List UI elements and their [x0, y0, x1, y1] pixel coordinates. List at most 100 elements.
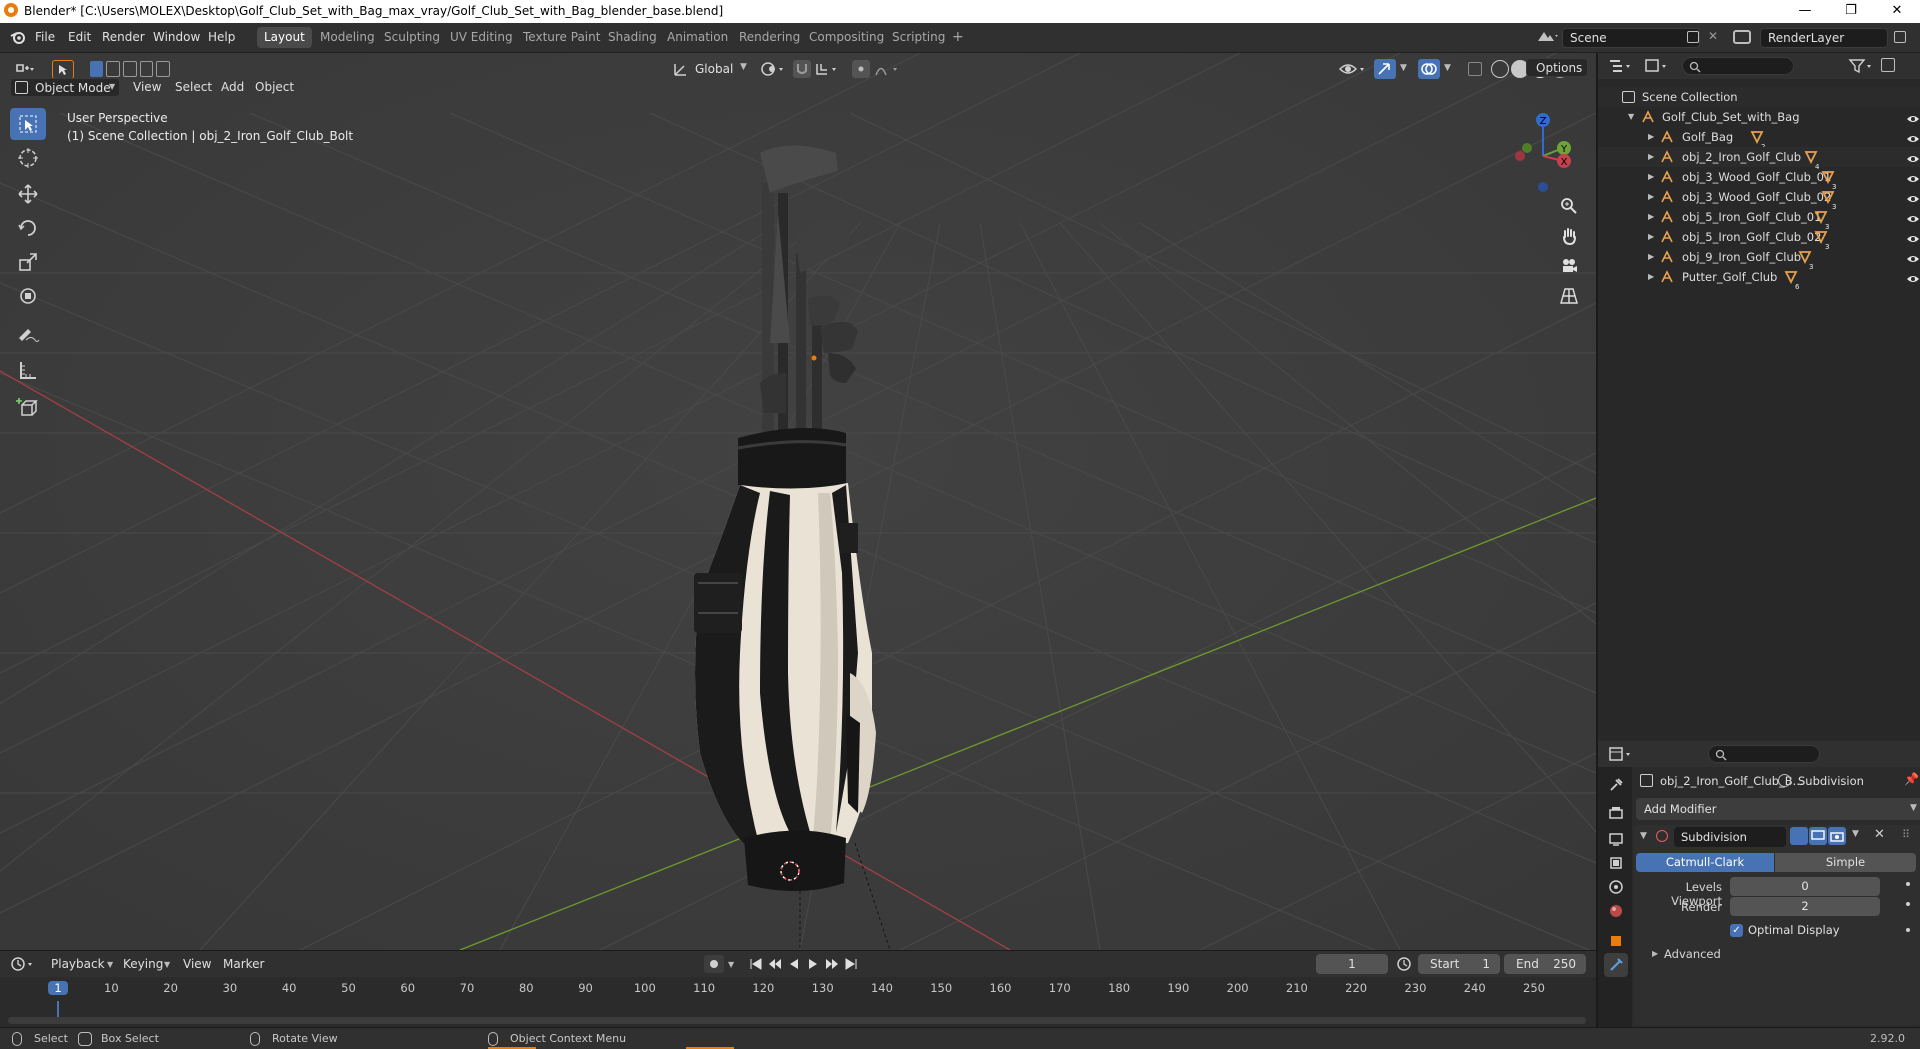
proportional-edit-icon[interactable]	[852, 60, 870, 78]
close-window-button[interactable]: ✕	[1874, 0, 1920, 23]
eye-icon[interactable]	[1907, 191, 1919, 203]
world-tab-icon[interactable]	[1604, 899, 1628, 923]
overlays-dropdown-icon[interactable]: ▼	[1444, 63, 1451, 73]
new-collection-icon[interactable]	[1881, 58, 1895, 72]
outliner-item[interactable]: ▶Golf_Bag2	[1598, 127, 1920, 151]
timeline-menu-marker[interactable]: Marker	[218, 955, 269, 974]
jump-end-icon[interactable]	[843, 956, 859, 972]
tab-layout[interactable]: Layout	[257, 27, 312, 48]
render-levels-field[interactable]: 2	[1730, 897, 1880, 916]
snap-toggle-icon[interactable]	[793, 60, 811, 78]
timeline-editor-icon[interactable]	[10, 955, 36, 976]
add-modifier-dropdown[interactable]: Add Modifier	[1636, 798, 1920, 820]
mesh-data-icon[interactable]: 6	[1784, 270, 1799, 291]
eye-icon[interactable]	[1907, 211, 1919, 223]
viewport-menu-select[interactable]: Select	[170, 78, 217, 97]
menu-render[interactable]: Render	[102, 30, 145, 44]
advanced-subpanel-label[interactable]: Advanced	[1664, 947, 1721, 961]
prev-keyframe-icon[interactable]	[767, 956, 783, 972]
filter-icon[interactable]	[1848, 58, 1874, 77]
wireframe-shading-icon[interactable]	[1491, 60, 1509, 78]
outliner-search-input[interactable]	[1682, 57, 1794, 75]
annotate-tool[interactable]	[10, 318, 46, 350]
editor-type-icon[interactable]	[10, 60, 40, 79]
tab-animation[interactable]: Animation	[660, 27, 735, 48]
blender-menu-icon[interactable]	[10, 30, 26, 48]
scene-icon[interactable]	[1536, 29, 1558, 48]
drag-handle-icon[interactable]: ⠿	[1902, 828, 1910, 841]
jump-start-icon[interactable]	[748, 956, 764, 972]
catmull-clark-button[interactable]: Catmull-Clark	[1636, 853, 1774, 872]
remove-modifier-icon[interactable]: ✕	[1874, 827, 1885, 842]
object-tab-icon[interactable]	[1604, 929, 1628, 953]
viewport-menu-add[interactable]: Add	[216, 78, 249, 97]
view-layer-icon[interactable]	[1733, 30, 1751, 44]
outliner-collection[interactable]: ▼ Golf_Club_Set_with_Bag	[1598, 107, 1920, 127]
outliner-item[interactable]: ▶ Putter_Golf_Club 6	[1598, 267, 1920, 291]
expand-arrow-icon[interactable]: ▶	[1648, 207, 1654, 227]
tab-shading[interactable]: Shading	[601, 27, 664, 48]
view-layer-selector[interactable]: RenderLayer	[1760, 28, 1888, 48]
maximize-button[interactable]: ❐	[1828, 0, 1874, 23]
move-tool[interactable]	[10, 178, 46, 210]
viewport-menu-object[interactable]: Object	[250, 78, 299, 97]
outliner-item[interactable]: ▶ obj_2_Iron_Golf_Club 4	[1598, 147, 1920, 171]
use-preview-range-icon[interactable]	[1396, 956, 1412, 975]
add-workspace-button[interactable]: +	[945, 27, 971, 48]
eye-icon[interactable]	[1907, 231, 1919, 243]
keyframe-dot-icon[interactable]	[1906, 882, 1910, 886]
start-frame-field[interactable]: Start 1	[1418, 954, 1500, 974]
next-keyframe-icon[interactable]	[824, 956, 840, 972]
current-frame-field[interactable]: 1	[1316, 954, 1388, 974]
outliner-item[interactable]: ▶ obj_9_Iron_Golf_Club 3	[1598, 247, 1920, 271]
new-view-layer-icon[interactable]	[1894, 31, 1906, 43]
scene-selector[interactable]: Scene	[1562, 28, 1700, 48]
camera-view-icon[interactable]	[1556, 253, 1582, 279]
timeline-menu-keying[interactable]: Keying	[118, 955, 168, 974]
menu-help[interactable]: Help	[208, 30, 235, 44]
collapse-arrow-icon[interactable]: ▼	[1628, 107, 1634, 127]
eye-icon[interactable]	[1907, 251, 1919, 263]
keyframe-dot-icon[interactable]	[1906, 902, 1910, 906]
selection-mode-buttons[interactable]	[90, 61, 171, 78]
zoom-icon[interactable]	[1556, 193, 1582, 219]
select-new-icon[interactable]	[90, 61, 104, 77]
modifier-name-input[interactable]: Subdivision	[1674, 827, 1786, 847]
pin-icon[interactable]: 📌	[1904, 772, 1919, 786]
options-dropdown[interactable]: Options	[1526, 58, 1588, 77]
xray-toggle-icon[interactable]	[1468, 62, 1482, 76]
outliner-item[interactable]: ▶ obj_5_Iron_Golf_Club_02 3	[1598, 227, 1920, 251]
play-reverse-icon[interactable]	[786, 956, 802, 972]
menu-edit[interactable]: Edit	[68, 30, 91, 44]
timeline-menu-playback[interactable]: Playback	[46, 955, 110, 974]
new-scene-icon[interactable]	[1687, 31, 1699, 43]
gizmo-dropdown-icon[interactable]: ▼	[1400, 63, 1407, 73]
tab-uv-editing[interactable]: UV Editing	[443, 27, 520, 48]
pan-hand-icon[interactable]	[1556, 223, 1582, 249]
display-mode-icon[interactable]	[1644, 58, 1670, 77]
minimize-button[interactable]: —	[1782, 0, 1828, 23]
remove-scene-icon[interactable]: ✕	[1708, 29, 1718, 43]
expand-arrow-icon[interactable]: ▶	[1648, 187, 1654, 207]
output-tab-icon[interactable]	[1604, 827, 1628, 851]
3d-viewport[interactable]: Global ▼ ▼ ▼ Object Mode ▼ View Select A…	[0, 53, 1596, 950]
outliner-scene-collection[interactable]: Scene Collection	[1598, 87, 1920, 107]
tab-rendering[interactable]: Rendering	[732, 27, 807, 48]
levels-viewport-field[interactable]: 0	[1730, 877, 1880, 896]
tab-modeling[interactable]: Modeling	[313, 27, 382, 48]
optimal-display-checkbox[interactable]: ✓	[1730, 924, 1743, 937]
navigation-gizmo[interactable]: Z Y X	[1500, 108, 1580, 198]
outliner-item[interactable]: ▶ obj_5_Iron_Golf_Club_01 3	[1598, 207, 1920, 231]
gizmo-toggle-icon[interactable]	[1374, 59, 1396, 79]
edit-mode-toggle-icon[interactable]	[1790, 827, 1808, 845]
viewport-toggle-icon[interactable]	[1809, 827, 1827, 845]
scale-tool[interactable]	[10, 246, 46, 278]
render-toggle-icon[interactable]	[1828, 827, 1846, 845]
expand-arrow-icon[interactable]: ▶	[1648, 267, 1654, 287]
rotate-tool[interactable]	[10, 212, 46, 244]
tab-sculpting[interactable]: Sculpting	[377, 27, 447, 48]
select-box-tool[interactable]	[10, 108, 46, 140]
view-layer-tab-icon[interactable]	[1604, 851, 1628, 875]
modifier-menu-icon[interactable]: ▼	[1852, 829, 1859, 839]
select-subtract-icon[interactable]	[123, 61, 137, 77]
